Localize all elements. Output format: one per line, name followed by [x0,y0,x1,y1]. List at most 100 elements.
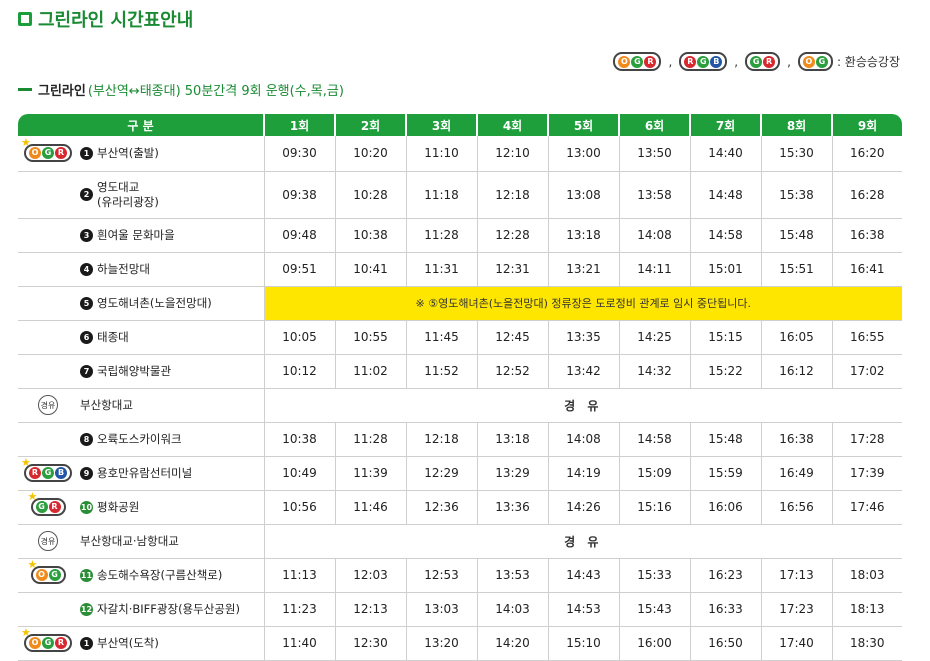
time-cell: 11:52 [406,354,478,389]
stop-name-line: 송도해수욕장(구름산책로) [97,567,223,582]
time-cell: 10:56 [264,490,336,525]
transfer-cell: ★ O G [18,558,78,593]
line-r-icon: R [684,55,697,68]
stop-label: 7 국립해양박물관 [80,364,264,379]
time-cell: 16:20 [832,136,903,172]
table-row: 5 영도해녀촌(노을전망대) ※ ⑤영도해녀촌(노을전망대) 정류장은 도로정비 관… [18,286,903,321]
stop-number-icon: 2 [80,188,93,201]
stop-name-line: 부산역(도착) [97,635,159,650]
time-cell: 16:05 [761,320,833,355]
stop-name: 부산항대교·남항대교 [80,534,179,549]
stop-name-line: 국립해양박물관 [97,363,172,378]
stop-label: 2 영도대교 (유라리광장) [80,180,264,210]
header-run-6: 6회 [619,114,692,136]
transfer-cell: 경유 [18,388,78,423]
header-run-7: 7회 [690,114,763,136]
time-cell: 14:08 [619,218,691,253]
time-cell: 13:00 [548,136,620,172]
stop-label: 3 흰여울 문화마을 [80,228,264,243]
stop-name-subline: (유라리광장) [97,194,159,209]
table-row: ★ O G 11 송도해수욕장(구름산책로) 11:13 12:03 12:53 13:53 14… [18,558,903,593]
time-cell: 15:01 [690,252,762,287]
star-icon: ★ [27,490,38,503]
time-cell: 14:58 [690,218,762,253]
time-cell: 11:13 [264,558,336,593]
subtitle-dash-icon [18,88,32,91]
line-o-icon: O [618,55,631,68]
table-row: 7 국립해양박물관 10:12 11:02 11:52 12:52 13:42 14:32 15… [18,354,903,389]
star-icon: ★ [27,558,38,571]
time-cell: 16:28 [832,171,903,219]
time-cell: 15:15 [690,320,762,355]
via-icon: 경유 [38,395,58,415]
time-cell: 16:49 [761,456,833,491]
transfer-cell [18,354,78,389]
stop-cell: 부산항대교 [78,388,265,423]
time-cell: 14:58 [619,422,691,457]
time-cell: 15:51 [761,252,833,287]
star-icon: ★ [21,136,31,150]
transfer-marker: ★ G R [28,490,66,516]
title-square-icon [18,12,32,26]
time-cell: 12:36 [406,490,478,525]
table-row: 8 오륙도스카이워크 10:38 11:28 12:18 13:18 14:08 14:58 1… [18,422,903,457]
transfer-marker: ★ R G B [21,456,72,482]
stop-label: 11 송도해수욕장(구름산책로) [80,568,264,583]
transfer-badge: RGB [24,464,72,482]
stop-cell: 12 자갈치·BIFF광장(용두산공원) [78,592,265,627]
time-cell: 12:45 [477,320,549,355]
stop-name: 국립해양박물관 [97,364,171,379]
transfer-cell [18,252,78,287]
stop-label: 8 오륙도스카이워크 [80,432,264,447]
stop-number-icon: 6 [80,330,93,344]
time-cell: 17:13 [761,558,833,593]
stop-number-icon: 10 [80,500,93,514]
transfer-cell: ★ O G R [18,136,78,172]
stop-name: 부산역(출발) [97,146,159,161]
line-g-icon: G [48,569,61,581]
time-cell: 12:53 [406,558,478,593]
time-cell: 09:30 [264,136,336,172]
stop-name: 부산역(도착) [97,636,159,651]
time-cell: 16:56 [761,490,833,525]
transfer-marker: ★ O G R [21,626,72,652]
header-run-1: 1회 [264,114,337,136]
stop-name-line: 오륙도스카이워크 [97,431,182,446]
stop-label: 1 부산역(출발) [80,146,264,161]
via-icon: 경유 [38,531,58,551]
transfer-cell [18,592,78,627]
time-cell: 13:08 [548,171,620,219]
transfer-badge: OGR [24,144,72,163]
line-g-icon: G [750,55,763,68]
transfer-cell [18,218,78,253]
stop-cell: 1 부산역(도착) [78,626,265,661]
via-cell: 경 유 [264,524,903,559]
stop-cell: 1 부산역(출발) [78,136,265,172]
line-r-icon: R [48,501,61,513]
transfer-cell [18,320,78,355]
time-cell: 13:03 [406,592,478,627]
stop-label: 4 하늘전망대 [80,262,264,277]
header-category: 구 분 [18,114,266,136]
time-cell: 12:28 [477,218,549,253]
stop-cell: 5 영도해녀촌(노을전망대) [78,286,265,321]
stop-name: 평화공원 [97,500,139,515]
time-cell: 16:00 [619,626,691,661]
transfer-cell: ★ R G B [18,456,78,491]
stop-name-line: 영도해녀촌(노을전망대) [97,295,212,310]
stop-name: 오륙도스카이워크 [97,432,182,447]
stop-name: 영도해녀촌(노을전망대) [97,296,212,311]
time-cell: 16:41 [832,252,903,287]
page-header: 그린라인 시간표안내 [18,6,193,32]
time-cell: 10:41 [335,252,407,287]
time-cell: 16:38 [761,422,833,457]
table-row: 3 흰여울 문화마을 09:48 10:38 11:28 12:28 13:18 14:08 1… [18,218,903,253]
stop-number-icon: 4 [80,262,93,276]
time-cell: 14:19 [548,456,620,491]
time-cell: 12:31 [477,252,549,287]
time-cell: 16:12 [761,354,833,389]
transfer-badge: OG [797,52,833,71]
stop-cell: 9 용호만유람선터미널 [78,456,265,491]
time-cell: 11:28 [335,422,407,457]
line-r-icon: R [55,147,67,160]
